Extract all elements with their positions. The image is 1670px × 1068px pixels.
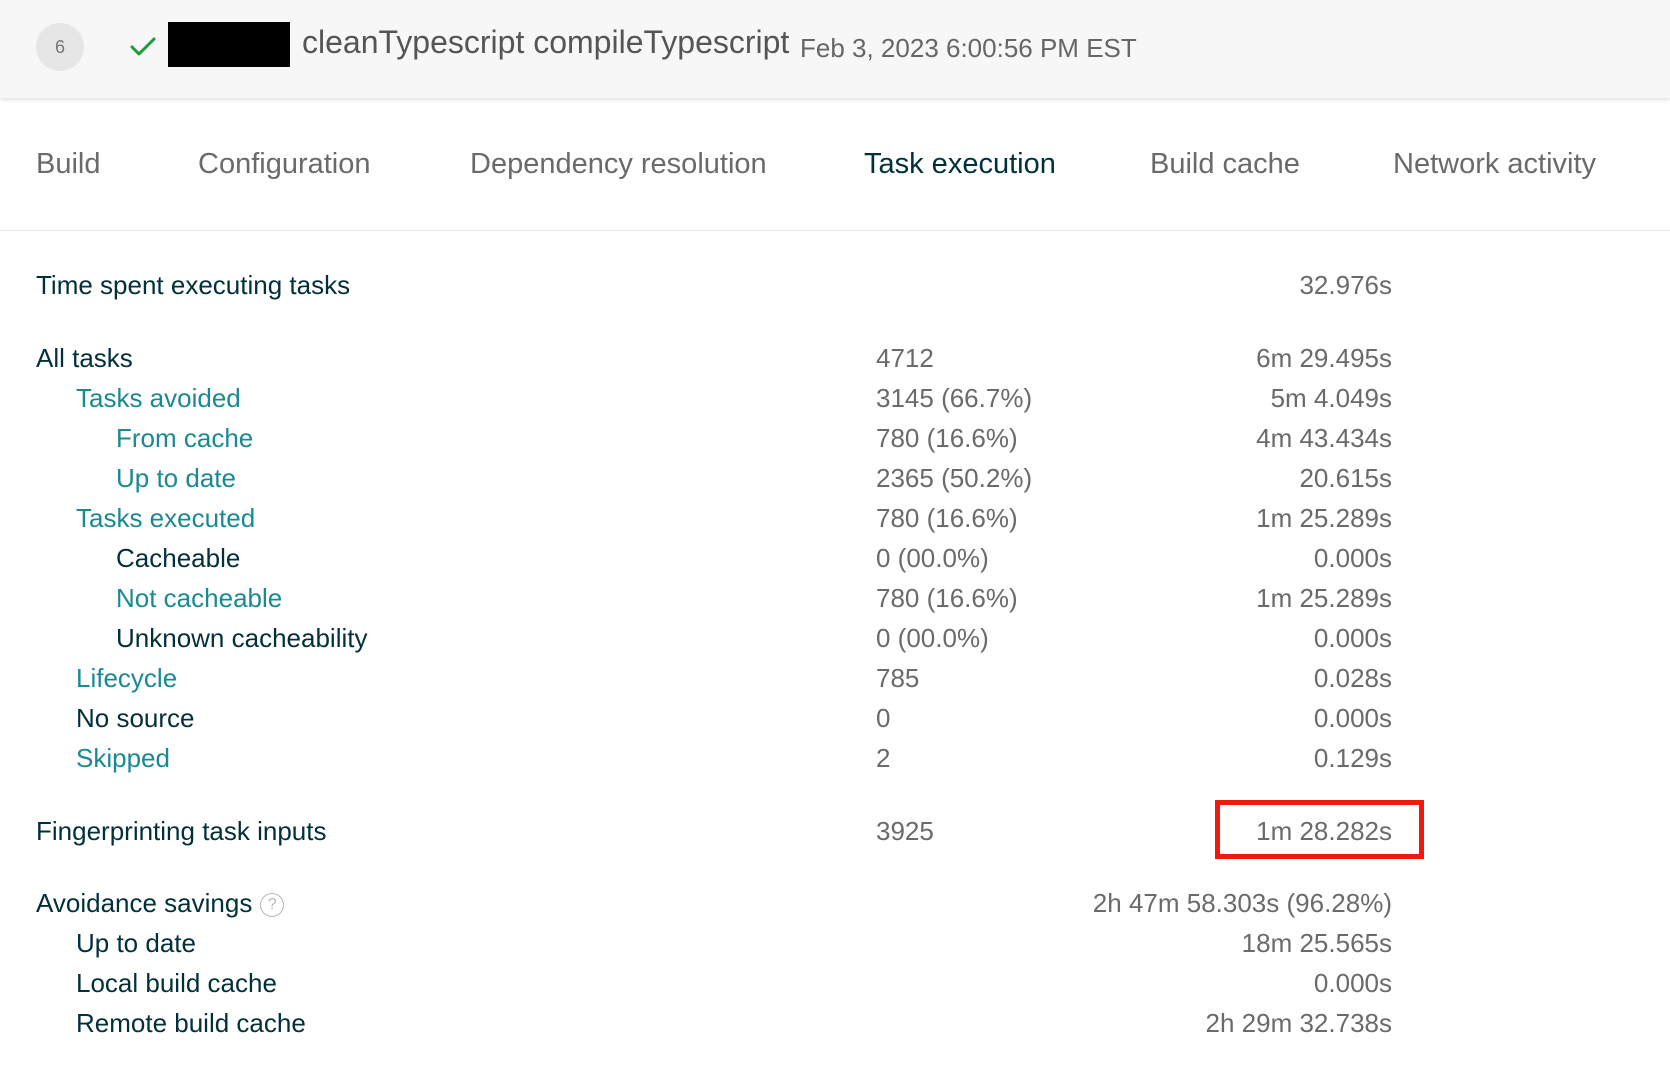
task-count: 780 (16.6%) (876, 423, 1018, 453)
task-duration: 0.129s (1313, 743, 1392, 773)
avoidance-duration: 18m 25.565s (1241, 928, 1392, 958)
time-spent-label: Time spent executing tasks (36, 270, 351, 300)
tab-configuration[interactable]: Configuration (198, 148, 371, 181)
avoidance-row-up-to-date: Up to date 18m 25.565s (0, 928, 1670, 968)
task-label: Cacheable (116, 543, 241, 573)
task-row-unknown-cacheability: Unknown cacheability 0 (00.0%) 0.000s (0, 623, 1670, 663)
tab-dependency-resolution[interactable]: Dependency resolution (470, 148, 767, 181)
check-icon (130, 37, 156, 56)
avoidance-row-local-build-cache: Local build cache 0.000s (0, 968, 1670, 1008)
avoidance-row-remote-build-cache: Remote build cache 2h 29m 32.738s (0, 1008, 1670, 1048)
task-row-not-cacheable: Not cacheable 780 (16.6%) 1m 25.289s (0, 583, 1670, 623)
task-count: 0 (876, 703, 891, 733)
tab-build-cache[interactable]: Build cache (1150, 148, 1300, 181)
build-timestamp: Feb 3, 2023 6:00:56 PM EST (800, 33, 1137, 63)
task-count: 2365 (50.2%) (876, 463, 1033, 493)
avoidance-savings-label-group: Avoidance savings? (36, 888, 285, 919)
avoidance-label: Local build cache (76, 968, 277, 998)
fingerprinting-label: Fingerprinting task inputs (36, 816, 327, 846)
task-count: 3145 (66.7%) (876, 383, 1033, 413)
build-title: cleanTypescript compileTypescript (302, 24, 790, 60)
from-cache-link[interactable]: From cache (116, 423, 253, 454)
lifecycle-link[interactable]: Lifecycle (76, 663, 177, 694)
task-count: 0 (00.0%) (876, 543, 989, 573)
avoidance-savings-label: Avoidance savings (36, 888, 253, 918)
tab-network-activity[interactable]: Network activity (1393, 148, 1596, 181)
time-spent-row: Time spent executing tasks 32.976s (0, 270, 1670, 310)
task-duration: 6m 29.495s (1256, 343, 1392, 373)
avoidance-duration: 2h 29m 32.738s (1205, 1008, 1392, 1038)
task-duration: 0.028s (1313, 663, 1392, 693)
task-row-tasks-avoided: Tasks avoided 3145 (66.7%) 5m 4.049s (0, 383, 1670, 423)
task-row-all-tasks: All tasks 4712 6m 29.495s (0, 343, 1670, 383)
avoidance-label: Remote build cache (76, 1008, 306, 1038)
question-circle-icon[interactable]: ? (260, 893, 285, 917)
task-row-from-cache: From cache 780 (16.6%) 4m 43.434s (0, 423, 1670, 463)
task-duration: 1m 25.289s (1256, 583, 1392, 613)
task-count: 780 (16.6%) (876, 583, 1018, 613)
not-cacheable-link[interactable]: Not cacheable (116, 583, 282, 614)
build-header: 6 cleanTypescript compileTypescript Feb … (0, 0, 1670, 98)
task-duration: 1m 25.289s (1256, 503, 1392, 533)
highlight-annotation-box (1215, 800, 1424, 859)
avoidance-duration: 0.000s (1313, 968, 1392, 998)
task-duration: 5m 4.049s (1270, 383, 1392, 413)
fingerprinting-count: 3925 (876, 816, 934, 846)
redacted-project-name (168, 22, 290, 67)
tasks-executed-link[interactable]: Tasks executed (76, 503, 255, 534)
avoidance-savings-row: Avoidance savings? 2h 47m 58.303s (96.28… (0, 888, 1670, 928)
task-duration: 0.000s (1313, 703, 1392, 733)
task-row-skipped: Skipped 2 0.129s (0, 743, 1670, 783)
task-duration: 0.000s (1313, 623, 1392, 653)
task-row-no-source: No source 0 0.000s (0, 703, 1670, 743)
task-duration: 20.615s (1299, 463, 1392, 493)
task-count: 4712 (876, 343, 934, 373)
task-count: 780 (16.6%) (876, 503, 1018, 533)
task-row-lifecycle: Lifecycle 785 0.028s (0, 663, 1670, 703)
task-duration: 0.000s (1313, 543, 1392, 573)
task-count: 0 (00.0%) (876, 623, 989, 653)
task-row-tasks-executed: Tasks executed 780 (16.6%) 1m 25.289s (0, 503, 1670, 543)
task-count: 785 (876, 663, 920, 693)
task-label: Unknown cacheability (116, 623, 368, 653)
task-row-up-to-date: Up to date 2365 (50.2%) 20.615s (0, 463, 1670, 503)
task-label: No source (76, 703, 195, 733)
section-tabs: Build Configuration Dependency resolutio… (0, 98, 1670, 231)
avoidance-label: Up to date (76, 928, 196, 958)
tasks-avoided-link[interactable]: Tasks avoided (76, 383, 241, 414)
task-label: All tasks (36, 343, 133, 373)
build-number-badge: 6 (36, 23, 84, 71)
time-spent-value: 32.976s (1299, 270, 1392, 300)
avoidance-savings-total: 2h 47m 58.303s (96.28%) (1092, 888, 1392, 918)
task-row-cacheable: Cacheable 0 (00.0%) 0.000s (0, 543, 1670, 583)
skipped-link[interactable]: Skipped (76, 743, 170, 774)
task-duration: 4m 43.434s (1256, 423, 1392, 453)
up-to-date-link[interactable]: Up to date (116, 463, 236, 494)
tab-task-execution[interactable]: Task execution (864, 148, 1056, 181)
task-count: 2 (876, 743, 891, 773)
tab-build[interactable]: Build (36, 148, 101, 181)
